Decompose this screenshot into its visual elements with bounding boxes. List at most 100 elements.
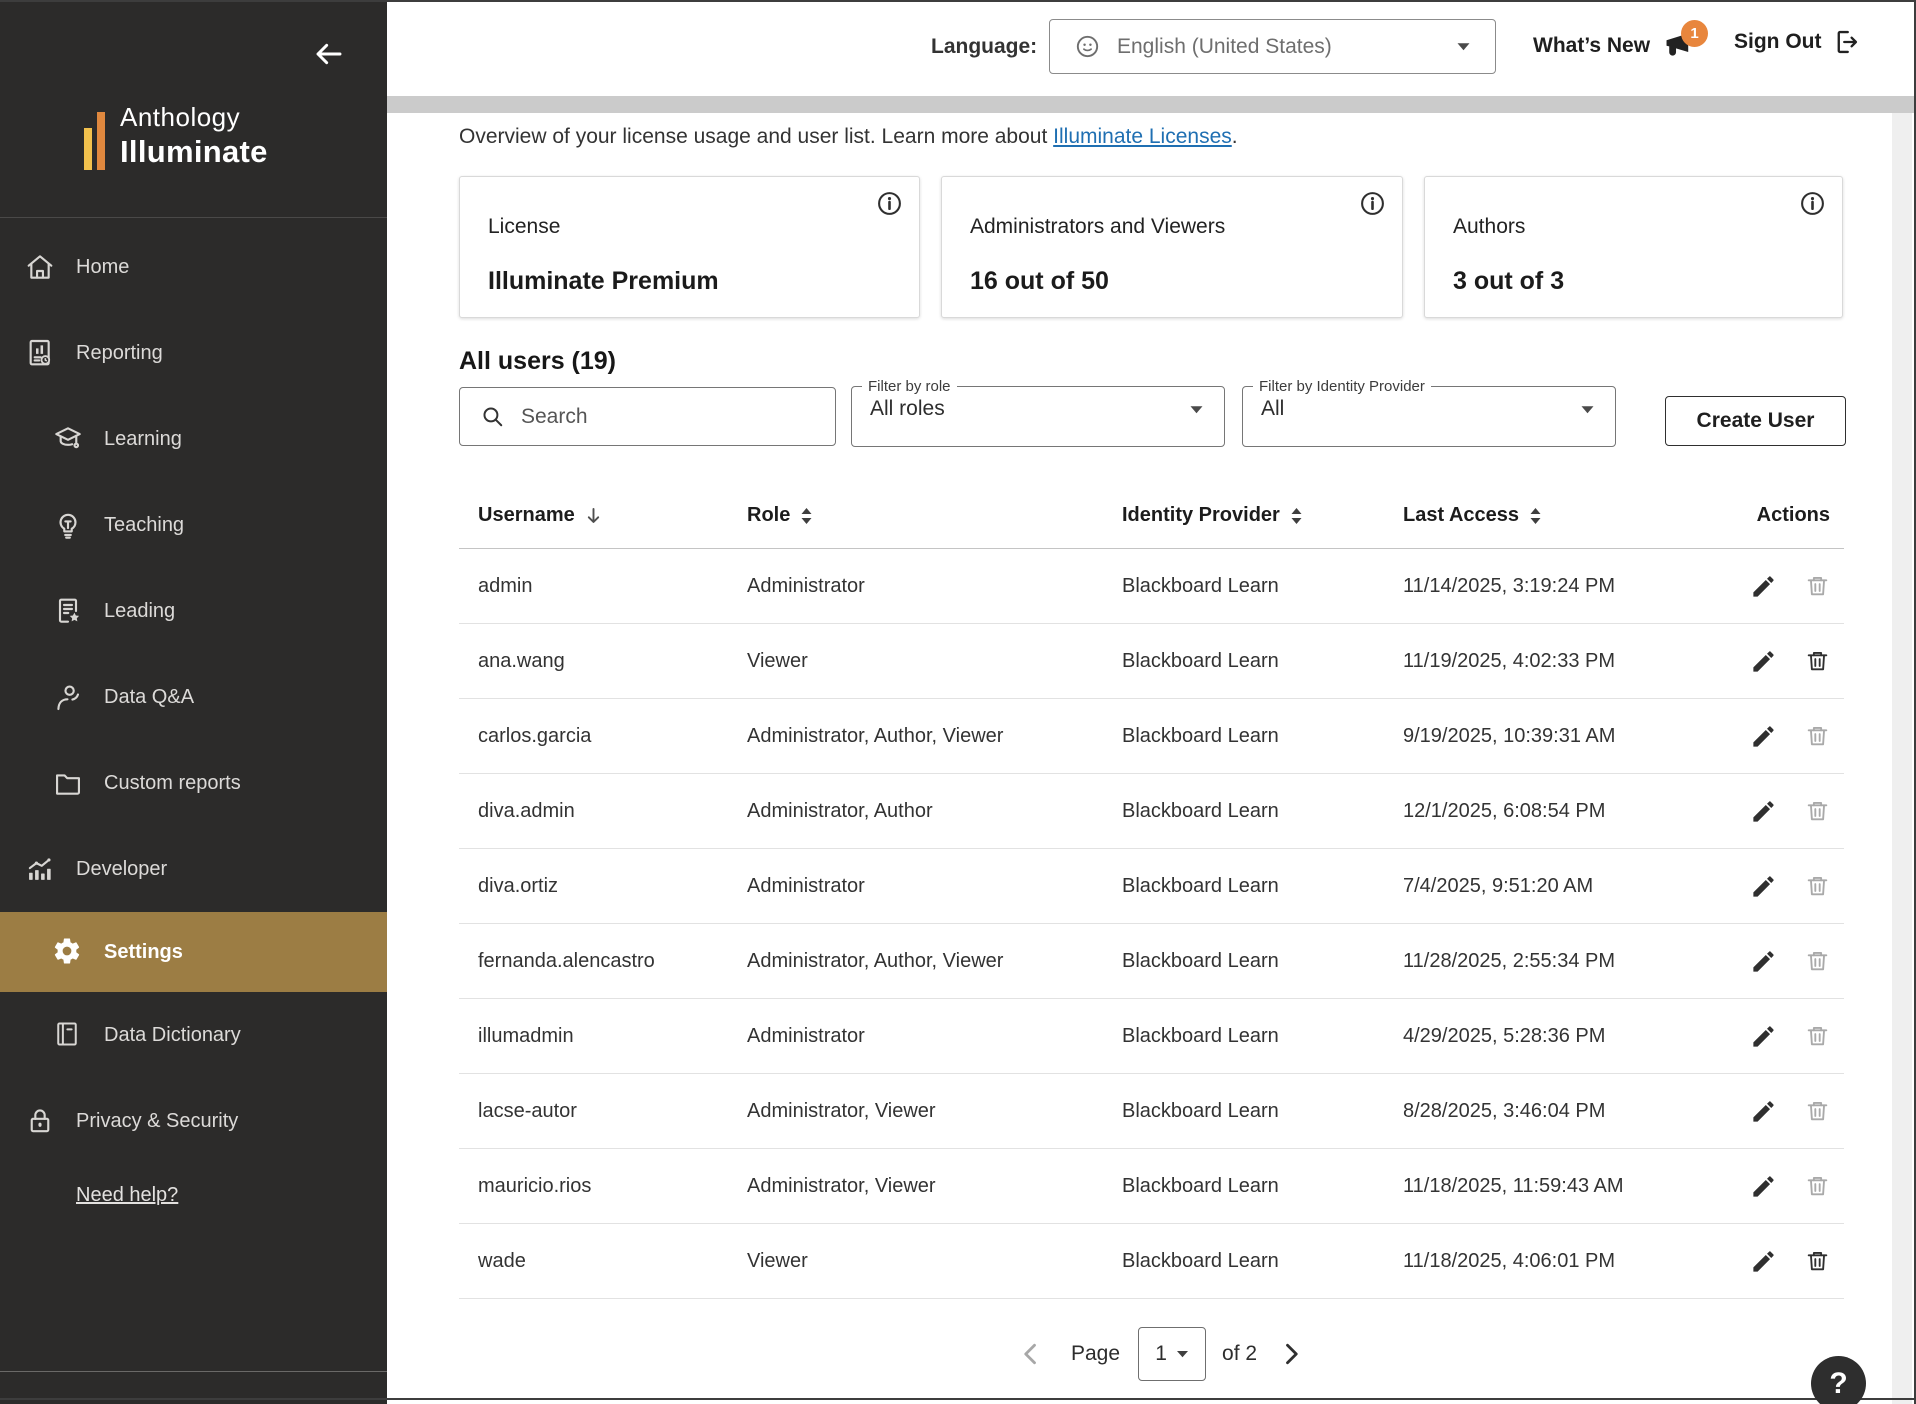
sidebar-item-learning[interactable]: Learning — [0, 396, 387, 482]
edit-user-button[interactable] — [1750, 571, 1780, 601]
vertical-scrollbar[interactable] — [1892, 113, 1912, 1404]
back-arrow-icon — [312, 38, 352, 70]
reporting-icon — [24, 337, 56, 369]
cell-last-access: 11/28/2025, 2:55:34 PM — [1403, 950, 1733, 973]
sidebar-item-custom-reports[interactable]: Custom reports — [0, 740, 387, 826]
info-icon[interactable] — [1359, 190, 1386, 217]
filter-by-idp-dropdown[interactable]: Filter by Identity Provider All — [1242, 378, 1616, 447]
need-help-link[interactable]: Need help? — [76, 1184, 178, 1207]
edit-user-button[interactable] — [1750, 796, 1780, 826]
search-icon — [480, 404, 505, 429]
cell-username: illumadmin — [459, 1025, 747, 1048]
edit-user-button[interactable] — [1750, 721, 1780, 751]
cell-role: Administrator, Author — [747, 800, 1122, 823]
trash-icon — [1804, 1098, 1834, 1125]
column-header-role[interactable]: Role — [747, 504, 1122, 527]
illuminate-licenses-link[interactable]: Illuminate Licenses — [1053, 125, 1232, 148]
delete-user-button[interactable] — [1804, 646, 1834, 676]
scrolled-content-strip — [387, 96, 1916, 113]
whats-new-button[interactable]: What’s New 1 — [1533, 28, 1696, 64]
sidebar-item-data-q-a[interactable]: Data Q&A — [0, 654, 387, 740]
search-input[interactable] — [521, 405, 781, 429]
cell-actions — [1733, 1246, 1844, 1276]
authors-card-value: 3 out of 3 — [1453, 267, 1564, 296]
leading-icon — [52, 595, 84, 627]
cell-role: Administrator, Author, Viewer — [747, 950, 1122, 973]
edit-user-button[interactable] — [1750, 646, 1780, 676]
next-page-button[interactable] — [1277, 1339, 1307, 1369]
window-bottom-edge — [0, 1398, 1916, 1400]
edit-icon — [1750, 873, 1780, 900]
info-icon[interactable] — [1799, 190, 1826, 217]
authors-card: Authors 3 out of 3 — [1424, 176, 1843, 318]
delete-user-button[interactable] — [1804, 1171, 1834, 1201]
edit-user-button[interactable] — [1750, 1021, 1780, 1051]
language-dropdown[interactable]: English (United States) — [1049, 19, 1496, 74]
page-count-label: of 2 — [1222, 1342, 1257, 1366]
delete-user-button[interactable] — [1804, 721, 1834, 751]
edit-user-button[interactable] — [1750, 1246, 1780, 1276]
create-user-button[interactable]: Create User — [1665, 396, 1846, 446]
previous-page-button[interactable] — [1017, 1339, 1047, 1369]
edit-icon — [1750, 798, 1780, 825]
delete-user-button[interactable] — [1804, 1246, 1834, 1276]
cell-actions — [1733, 1021, 1844, 1051]
chevron-down-icon — [1176, 1350, 1189, 1358]
cell-identity-provider: Blackboard Learn — [1122, 575, 1403, 598]
edit-icon — [1750, 1023, 1780, 1050]
settings-icon — [52, 936, 84, 968]
table-row: ana.wangViewerBlackboard Learn11/19/2025… — [459, 624, 1844, 699]
filter-idp-value: All — [1261, 397, 1284, 421]
collapse-sidebar-button[interactable] — [312, 34, 352, 74]
sidebar-item-teaching[interactable]: Teaching — [0, 482, 387, 568]
cell-actions — [1733, 796, 1844, 826]
cell-identity-provider: Blackboard Learn — [1122, 800, 1403, 823]
license-card-title: License — [488, 215, 560, 239]
sidebar-item-leading[interactable]: Leading — [0, 568, 387, 654]
users-table: Username Role Identity Provider Last Acc… — [459, 483, 1844, 1299]
whats-new-label: What’s New — [1533, 34, 1650, 58]
edit-icon — [1750, 948, 1780, 975]
cell-role: Administrator — [747, 575, 1122, 598]
cell-last-access: 11/18/2025, 11:59:43 AM — [1403, 1175, 1733, 1198]
edit-user-button[interactable] — [1750, 1171, 1780, 1201]
page-number-dropdown[interactable]: 1 — [1138, 1327, 1206, 1381]
edit-icon — [1750, 648, 1780, 675]
edit-user-button[interactable] — [1750, 946, 1780, 976]
column-header-identity-provider[interactable]: Identity Provider — [1122, 504, 1403, 527]
delete-user-button[interactable] — [1804, 871, 1834, 901]
delete-user-button[interactable] — [1804, 1021, 1834, 1051]
trash-icon — [1804, 723, 1834, 750]
cell-role: Administrator, Author, Viewer — [747, 725, 1122, 748]
filter-by-role-dropdown[interactable]: Filter by role All roles — [851, 378, 1225, 447]
sidebar-item-developer[interactable]: Developer — [0, 826, 387, 912]
cell-identity-provider: Blackboard Learn — [1122, 650, 1403, 673]
cell-identity-provider: Blackboard Learn — [1122, 950, 1403, 973]
brand-name-bottom: Illuminate — [120, 134, 268, 170]
column-header-username[interactable]: Username — [459, 504, 747, 527]
cell-username: carlos.garcia — [459, 725, 747, 748]
delete-user-button[interactable] — [1804, 946, 1834, 976]
filter-role-value: All roles — [870, 397, 945, 421]
sidebar-bottom-divider — [0, 1371, 387, 1372]
column-header-last-access[interactable]: Last Access — [1403, 504, 1733, 527]
cell-username: diva.ortiz — [459, 875, 747, 898]
custom-reports-icon — [52, 767, 84, 799]
sort-both-icon — [1529, 507, 1542, 525]
help-button[interactable]: ? — [1811, 1356, 1866, 1404]
edit-user-button[interactable] — [1750, 1096, 1780, 1126]
delete-user-button[interactable] — [1804, 571, 1834, 601]
sidebar-item-home[interactable]: Home — [0, 224, 387, 310]
edit-user-button[interactable] — [1750, 871, 1780, 901]
sidebar-item-privacy-security[interactable]: Privacy & Security — [0, 1078, 387, 1164]
cell-actions — [1733, 1171, 1844, 1201]
sidebar-item-settings[interactable]: Settings — [0, 912, 387, 992]
table-row: lacse-autorAdministrator, ViewerBlackboa… — [459, 1074, 1844, 1149]
sign-out-button[interactable]: Sign Out — [1734, 28, 1860, 56]
delete-user-button[interactable] — [1804, 796, 1834, 826]
info-icon[interactable] — [876, 190, 903, 217]
delete-user-button[interactable] — [1804, 1096, 1834, 1126]
sidebar-item-data-dictionary[interactable]: Data Dictionary — [0, 992, 387, 1078]
edit-icon — [1750, 1098, 1780, 1125]
sidebar-item-reporting[interactable]: Reporting — [0, 310, 387, 396]
